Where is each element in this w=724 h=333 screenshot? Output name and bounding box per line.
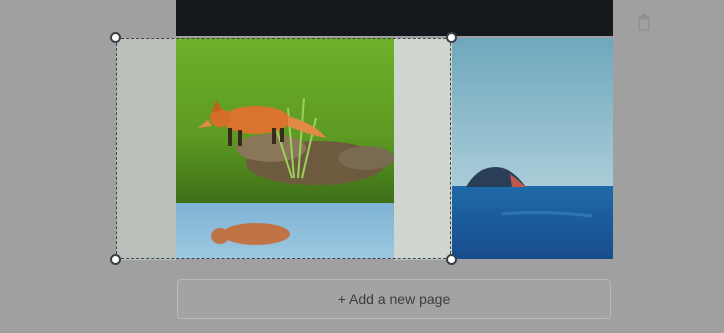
sea-photo[interactable] xyxy=(452,38,613,259)
editor-canvas: + Add a new page xyxy=(0,0,724,333)
add-page-button[interactable]: + Add a new page xyxy=(177,279,611,319)
page-header-strip xyxy=(176,0,613,36)
crop-selection-frame[interactable] xyxy=(116,38,451,259)
resize-handle-top-right[interactable] xyxy=(446,32,457,43)
trash-icon[interactable] xyxy=(637,13,651,31)
resize-handle-bottom-right[interactable] xyxy=(446,254,457,265)
resize-handle-bottom-left[interactable] xyxy=(110,254,121,265)
add-page-label: + Add a new page xyxy=(337,291,451,307)
resize-handle-top-left[interactable] xyxy=(110,32,121,43)
